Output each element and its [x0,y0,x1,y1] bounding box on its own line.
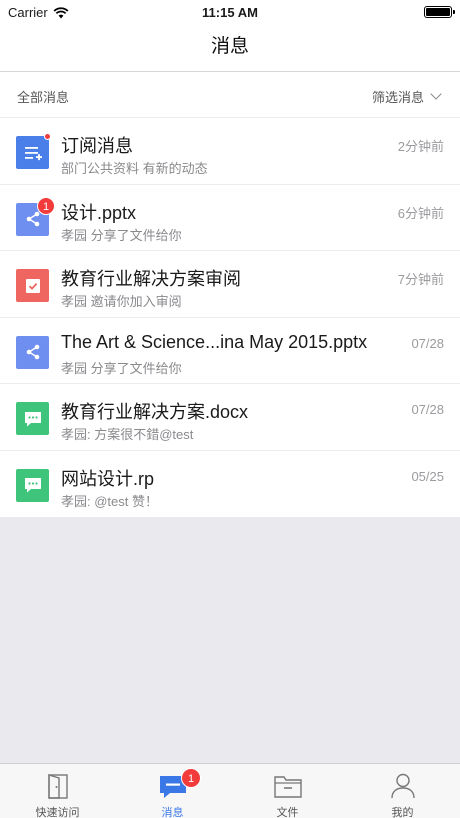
subscribe-icon [16,136,49,169]
message-time: 6分钟前 [397,205,444,221]
comment-icon [16,468,49,502]
message-title: 网站设计.rp [61,468,155,489]
door-icon [47,774,68,799]
message-list: 订阅消息 部门公共资料 有新的动态 2分钟前 1 设计.pptx 孝园 分享了文… [0,118,460,517]
filter-row: 全部消息 筛选消息 [0,72,460,118]
review-icon [16,269,49,302]
unread-dot [44,133,51,140]
message-subtitle: 孝园 分享了文件给你 [61,227,182,243]
tab-label: 快速访问 [35,807,80,818]
message-title: 教育行业解决方案审阅 [61,269,241,289]
message-subtitle: 孝园: 方案很不錯@test [61,427,194,442]
battery-icon [424,6,455,18]
tab-quick-access[interactable]: 快速访问 [0,764,115,818]
message-subtitle: 孝园 分享了文件给你 [61,360,182,376]
share-icon [16,335,49,369]
list-item[interactable]: The Art & Science...ina May 2015.pptx 孝园… [0,318,460,384]
message-title: The Art & Science...ina May 2015.pptx [61,331,368,352]
unread-badge: 1 [37,196,55,215]
message-time: 2分钟前 [397,139,444,154]
list-item[interactable]: 订阅消息 部门公共资料 有新的动态 2分钟前 [0,118,460,185]
message-title: 订阅消息 [61,136,133,156]
page-title: 消息 [0,24,460,72]
tab-bar: 快速访问 消息 文件 我的 1 [0,763,460,818]
chevron-down-icon [430,88,442,100]
message-title: 设计.pptx [61,202,137,223]
message-subtitle: 孝园: @test 赞！ [61,493,158,509]
folder-icon [273,776,302,798]
list-item[interactable]: 1 设计.pptx 孝园 分享了文件给你 6分钟前 [0,185,460,251]
all-messages-label[interactable]: 全部消息 [17,87,69,106]
status-time: 11:15 AM [202,5,258,20]
tab-messages[interactable]: 消息 [115,764,230,818]
tab-label: 消息 [161,807,184,818]
filter-messages-button[interactable]: 筛选消息 [371,87,442,106]
message-title: 教育行业解决方案.docx [61,402,249,422]
filter-messages-label: 筛选消息 [371,90,424,105]
message-time: 07/28 [411,335,444,351]
tab-profile[interactable]: 我的 [345,764,460,818]
tab-badge: 1 [181,768,201,788]
message-time: 07/28 [411,402,444,417]
message-subtitle: 孝园 邀请你加入审阅 [61,294,182,309]
tab-label: 文件 [276,807,299,818]
message-time: 05/25 [411,468,444,484]
list-item[interactable]: 教育行业解决方案.docx 孝园: 方案很不錯@test 07/28 [0,384,460,451]
message-time: 7分钟前 [397,272,444,287]
list-item[interactable]: 教育行业解决方案审阅 孝园 邀请你加入审阅 7分钟前 [0,251,460,318]
tab-label: 我的 [391,807,414,818]
message-subtitle: 部门公共资料 有新的动态 [61,161,208,176]
status-bar: Carrier 11:15 AM [0,0,460,24]
list-item[interactable]: 网站设计.rp 孝园: @test 赞！ 05/25 [0,451,460,518]
comment-icon [16,402,49,435]
tab-files[interactable]: 文件 [230,764,345,818]
person-icon [390,773,415,799]
